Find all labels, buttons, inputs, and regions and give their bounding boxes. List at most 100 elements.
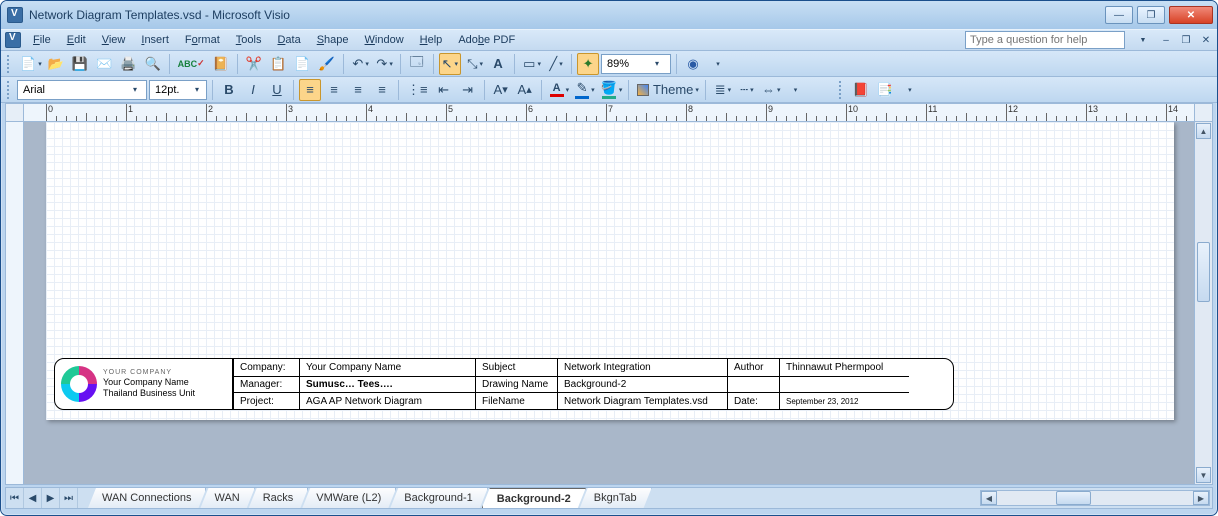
font-size-combo[interactable]: ▾	[149, 80, 207, 100]
menu-file[interactable]: File	[25, 32, 59, 48]
page-tab[interactable]: Background-2	[482, 488, 586, 508]
toolbar-overflow-3[interactable]: ▾	[898, 79, 920, 101]
pdf-settings-button[interactable]: 📑	[874, 79, 896, 101]
redo-button[interactable]: ↷▾	[373, 53, 395, 75]
open-button[interactable]: 📂	[45, 53, 67, 75]
tab-first-button[interactable]: ⏮	[6, 488, 24, 508]
menu-data[interactable]: Data	[269, 32, 308, 48]
font-color-button[interactable]: A▾	[547, 79, 571, 101]
zoom-input[interactable]	[607, 56, 651, 72]
connection-point-tool[interactable]: ✦	[577, 53, 599, 75]
italic-button[interactable]: I	[242, 79, 264, 101]
align-justify-button[interactable]: ≡	[371, 79, 393, 101]
pointer-tool-button[interactable]: ↖▾	[439, 53, 461, 75]
ruler-corner[interactable]	[6, 104, 24, 122]
line-color-button[interactable]: ✎▾	[572, 79, 596, 101]
decrease-indent-button[interactable]: ⇤	[433, 79, 455, 101]
menu-shape[interactable]: Shape	[309, 32, 357, 48]
title-block[interactable]: YOUR COMPANY Your Company Name Thailand …	[54, 358, 954, 410]
ruler-track[interactable]: 01234567891011121314	[24, 104, 1194, 122]
menu-insert[interactable]: Insert	[133, 32, 177, 48]
paste-button[interactable]: 📄	[291, 53, 313, 75]
rectangle-tool-button[interactable]: ▭▾	[520, 53, 542, 75]
menu-tools[interactable]: Tools	[228, 32, 270, 48]
font-input[interactable]	[23, 82, 129, 98]
font-size-input[interactable]	[155, 82, 191, 98]
minimize-button[interactable]: —	[1105, 6, 1133, 24]
page-tab[interactable]: Racks	[249, 488, 309, 508]
vscroll-thumb[interactable]	[1197, 242, 1210, 302]
hscroll-thumb[interactable]	[1056, 491, 1091, 505]
decrease-fontsize-button[interactable]: A▾	[490, 79, 512, 101]
print-button[interactable]: 🖨️	[117, 53, 139, 75]
tab-prev-button[interactable]: ◀	[24, 488, 42, 508]
text-tool-button[interactable]: A	[487, 53, 509, 75]
increase-fontsize-button[interactable]: A▴	[514, 79, 536, 101]
page-tab[interactable]: VMWare (L2)	[302, 488, 396, 508]
research-button[interactable]: 📔	[210, 53, 232, 75]
increase-indent-button[interactable]: ⇥	[457, 79, 479, 101]
title-bar[interactable]: Network Diagram Templates.vsd - Microsof…	[1, 1, 1217, 29]
align-right-button[interactable]: ≡	[347, 79, 369, 101]
line-pattern-button[interactable]: ┄▾	[735, 79, 757, 101]
email-button[interactable]: ✉️	[93, 53, 115, 75]
menu-help[interactable]: Help	[412, 32, 451, 48]
page-tab[interactable]: Background-1	[390, 488, 488, 508]
help-dropdown[interactable]: ▼	[1131, 29, 1153, 51]
close-button[interactable]: ✕	[1169, 6, 1213, 24]
copy-button[interactable]: 📋	[267, 53, 289, 75]
vertical-scrollbar[interactable]: ▲ ▼	[1194, 122, 1212, 484]
zoom-combo[interactable]: ▾	[601, 54, 671, 74]
line-ends-button[interactable]: ⇔▾	[759, 79, 782, 101]
maximize-button[interactable]: ❐	[1137, 6, 1165, 24]
line-tool-button[interactable]: ╱▾	[544, 53, 566, 75]
font-combo[interactable]: ▾	[17, 80, 147, 100]
visio-help-button[interactable]: ◉	[682, 53, 704, 75]
menu-adobe-pdf[interactable]: Adobe PDF	[450, 32, 523, 48]
canvas[interactable]: YOUR COMPANY Your Company Name Thailand …	[24, 122, 1194, 484]
horizontal-ruler[interactable]: 01234567891011121314	[6, 104, 1212, 122]
scroll-down-button[interactable]: ▼	[1196, 467, 1211, 483]
system-menu-icon[interactable]	[5, 32, 21, 48]
help-search-input[interactable]	[965, 31, 1125, 49]
fill-color-button[interactable]: 🪣▾	[598, 79, 624, 101]
menu-format[interactable]: Format	[177, 32, 228, 48]
toolbar-overflow-2[interactable]: ▾	[783, 79, 805, 101]
toolbar-grip[interactable]	[7, 81, 11, 99]
scroll-up-button[interactable]: ▲	[1196, 123, 1211, 139]
shapes-window-button[interactable]: 🗔	[406, 53, 428, 75]
bold-button[interactable]: B	[218, 79, 240, 101]
tab-last-button[interactable]: ⏭	[60, 488, 78, 508]
save-button[interactable]: 💾	[69, 53, 91, 75]
menu-view[interactable]: View	[94, 32, 134, 48]
align-left-button[interactable]: ≡	[299, 79, 321, 101]
scroll-left-button[interactable]: ◀	[981, 491, 997, 505]
print-preview-button[interactable]: 🔍	[141, 53, 163, 75]
format-painter-button[interactable]: 🖌️	[315, 53, 337, 75]
mdi-minimize[interactable]: –	[1159, 33, 1173, 47]
connector-tool-button[interactable]: ⤡▾	[463, 53, 485, 75]
underline-button[interactable]: U	[266, 79, 288, 101]
undo-button[interactable]: ↶▾	[349, 53, 371, 75]
pdf-export-button[interactable]: 📕	[849, 79, 871, 101]
bullets-button[interactable]: ⋮≡	[404, 79, 431, 101]
spelling-button[interactable]: ABC✓	[175, 53, 208, 75]
align-center-button[interactable]: ≡	[323, 79, 345, 101]
menu-edit[interactable]: Edit	[59, 32, 94, 48]
toolbar-grip[interactable]	[7, 55, 11, 73]
vertical-ruler[interactable]	[6, 122, 24, 484]
horizontal-scrollbar[interactable]: ◀ ▶	[980, 490, 1210, 506]
new-button[interactable]: 📄▾	[17, 53, 43, 75]
cut-button[interactable]: ✂️	[243, 53, 265, 75]
page-tab[interactable]: WAN Connections	[88, 488, 206, 508]
mdi-restore[interactable]: ❐	[1179, 33, 1193, 47]
page-tab[interactable]: WAN	[200, 488, 254, 508]
page-tab[interactable]: BkgnTab	[580, 488, 652, 508]
tab-next-button[interactable]: ▶	[42, 488, 60, 508]
theme-button[interactable]: Theme▾	[634, 79, 700, 101]
line-weight-button[interactable]: ≣▾	[711, 79, 733, 101]
mdi-close[interactable]: ✕	[1199, 33, 1213, 47]
menu-window[interactable]: Window	[357, 32, 412, 48]
drawing-page[interactable]: YOUR COMPANY Your Company Name Thailand …	[46, 122, 1174, 420]
scroll-right-button[interactable]: ▶	[1193, 491, 1209, 505]
